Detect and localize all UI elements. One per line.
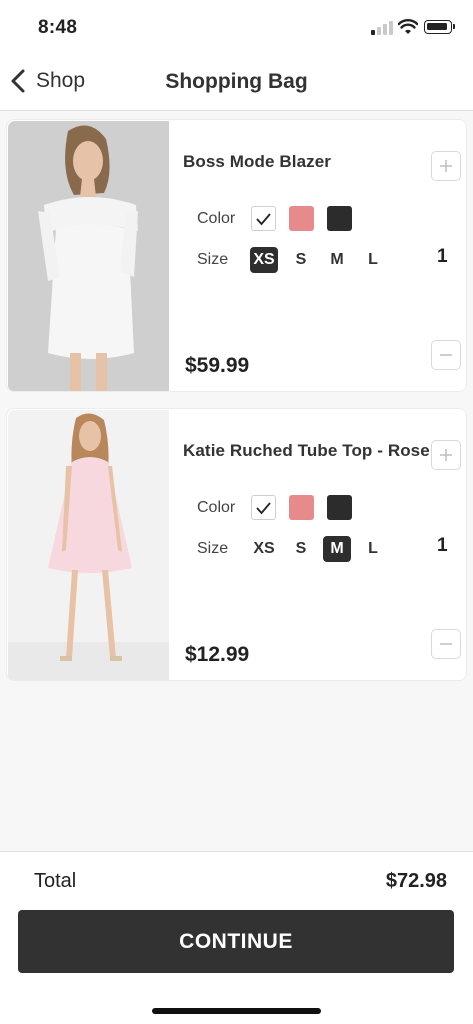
- size-option-s[interactable]: S: [287, 536, 315, 562]
- decrease-quantity-button[interactable]: [431, 629, 461, 659]
- checkout-footer: Total $72.98 CONTINUE: [0, 851, 473, 1024]
- color-swatch-dark[interactable]: [327, 206, 352, 231]
- product-photo[interactable]: [8, 410, 169, 680]
- page-title: Shopping Bag: [165, 70, 308, 93]
- size-option-xs[interactable]: XS: [250, 536, 278, 562]
- size-option-l[interactable]: L: [359, 536, 387, 562]
- increase-quantity-button[interactable]: [431, 151, 461, 181]
- continue-button[interactable]: CONTINUE: [18, 910, 454, 973]
- size-label: Size: [197, 251, 229, 268]
- product-name: Katie Ruched Tube Top - Rose: [183, 441, 430, 460]
- color-swatch-pink[interactable]: [289, 206, 314, 231]
- product-price: $59.99: [185, 354, 250, 377]
- color-swatch-dark[interactable]: [327, 495, 352, 520]
- cart-item-card: Boss Mode Blazer Color Size XS S M L 1 $…: [6, 119, 467, 392]
- color-label: Color: [197, 499, 236, 516]
- color-swatch-white[interactable]: [251, 495, 276, 520]
- size-option-xs[interactable]: XS: [250, 247, 278, 273]
- quantity-value: 1: [437, 246, 448, 267]
- cart-item-card: Katie Ruched Tube Top - Rose Color Size …: [6, 408, 467, 681]
- plus-icon: [440, 449, 452, 461]
- size-option-l[interactable]: L: [359, 247, 387, 273]
- status-time: 8:48: [38, 17, 78, 38]
- product-photo[interactable]: [8, 121, 169, 391]
- product-name: Boss Mode Blazer: [183, 152, 332, 171]
- checkmark-icon: [256, 501, 271, 514]
- quantity-value: 1: [437, 535, 448, 556]
- home-indicator: [152, 1008, 321, 1014]
- size-option-m[interactable]: M: [323, 536, 351, 562]
- product-price: $12.99: [185, 643, 250, 666]
- size-label: Size: [197, 540, 229, 557]
- size-option-s[interactable]: S: [287, 247, 315, 273]
- status-bar: 8:48: [0, 0, 473, 50]
- increase-quantity-button[interactable]: [431, 440, 461, 470]
- color-label: Color: [197, 210, 236, 227]
- color-swatch-white[interactable]: [251, 206, 276, 231]
- minus-icon: [440, 643, 452, 645]
- decrease-quantity-button[interactable]: [431, 340, 461, 370]
- battery-icon: [424, 20, 455, 34]
- total-value: $72.98: [385, 870, 447, 892]
- checkmark-icon: [256, 212, 271, 225]
- wifi-icon: [398, 19, 418, 34]
- total-label: Total: [34, 870, 77, 892]
- size-option-m[interactable]: M: [323, 247, 351, 273]
- minus-icon: [440, 354, 452, 356]
- plus-icon: [440, 160, 452, 172]
- color-swatch-pink[interactable]: [289, 495, 314, 520]
- navigation-bar: Shop Shopping Bag: [0, 50, 473, 111]
- cellular-signal-icon: [371, 21, 393, 35]
